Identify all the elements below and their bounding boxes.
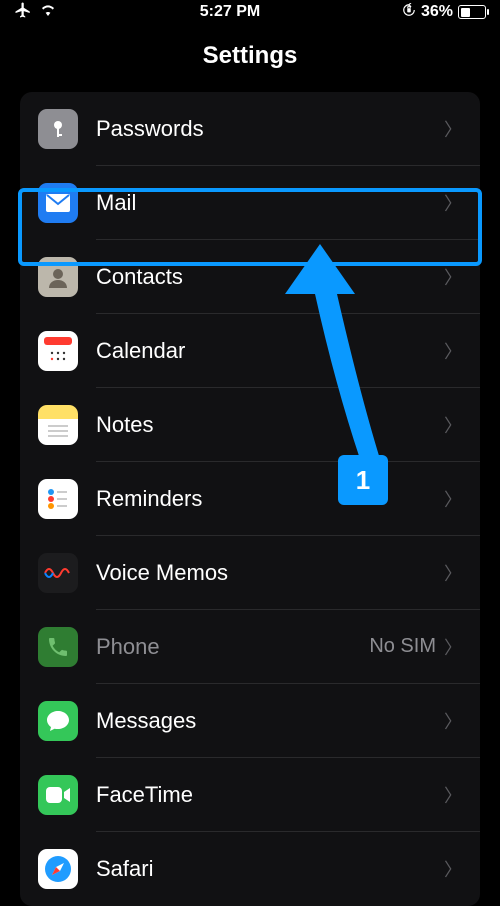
chevron-right-icon: 〉 [444, 338, 462, 364]
chevron-right-icon: 〉 [444, 486, 462, 512]
settings-list: Passwords 〉 Mail 〉 Contacts 〉 Calendar 〉 [20, 92, 480, 906]
safari-icon [38, 849, 78, 889]
page-header: Settings [0, 24, 500, 92]
row-label: Calendar [96, 338, 444, 364]
status-time: 5:27 PM [200, 3, 260, 21]
messages-icon [38, 701, 78, 741]
row-label: Contacts [96, 264, 444, 290]
row-voice-memos[interactable]: Voice Memos 〉 [38, 536, 480, 610]
row-label: Reminders [96, 486, 444, 512]
row-label: FaceTime [96, 782, 444, 808]
calendar-icon [38, 331, 78, 371]
row-label: Messages [96, 708, 444, 734]
row-passwords[interactable]: Passwords 〉 [38, 92, 480, 166]
row-label: Mail [96, 190, 444, 216]
key-icon [38, 109, 78, 149]
chevron-right-icon: 〉 [444, 708, 462, 734]
row-mail[interactable]: Mail 〉 [38, 166, 480, 240]
facetime-icon [38, 775, 78, 815]
row-label: Safari [96, 856, 444, 882]
notes-icon [38, 405, 78, 445]
row-contacts[interactable]: Contacts 〉 [38, 240, 480, 314]
page-title: Settings [0, 42, 500, 70]
row-detail: No SIM [369, 635, 436, 658]
voice-memos-icon [38, 553, 78, 593]
row-calendar[interactable]: Calendar 〉 [38, 314, 480, 388]
row-reminders[interactable]: Reminders 〉 [38, 462, 480, 536]
chevron-right-icon: 〉 [444, 634, 462, 660]
mail-icon [38, 183, 78, 223]
status-bar: 5:27 PM 36% [0, 0, 500, 24]
chevron-right-icon: 〉 [444, 560, 462, 586]
airplane-mode-icon [14, 1, 32, 24]
row-facetime[interactable]: FaceTime 〉 [38, 758, 480, 832]
chevron-right-icon: 〉 [444, 856, 462, 882]
row-notes[interactable]: Notes 〉 [38, 388, 480, 462]
phone-icon [38, 627, 78, 667]
reminders-icon [38, 479, 78, 519]
battery-percentage: 36% [421, 3, 453, 21]
row-phone[interactable]: Phone No SIM 〉 [38, 610, 480, 684]
chevron-right-icon: 〉 [444, 412, 462, 438]
chevron-right-icon: 〉 [444, 264, 462, 290]
row-label: Voice Memos [96, 560, 444, 586]
row-label: Notes [96, 412, 444, 438]
chevron-right-icon: 〉 [444, 782, 462, 808]
orientation-lock-icon [402, 3, 416, 22]
chevron-right-icon: 〉 [444, 190, 462, 216]
row-label: Passwords [96, 116, 444, 142]
battery-icon [458, 5, 486, 19]
contacts-icon [38, 257, 78, 297]
wifi-icon [38, 2, 58, 23]
row-label: Phone [96, 634, 369, 660]
row-messages[interactable]: Messages 〉 [38, 684, 480, 758]
row-safari[interactable]: Safari 〉 [38, 832, 480, 906]
chevron-right-icon: 〉 [444, 116, 462, 142]
